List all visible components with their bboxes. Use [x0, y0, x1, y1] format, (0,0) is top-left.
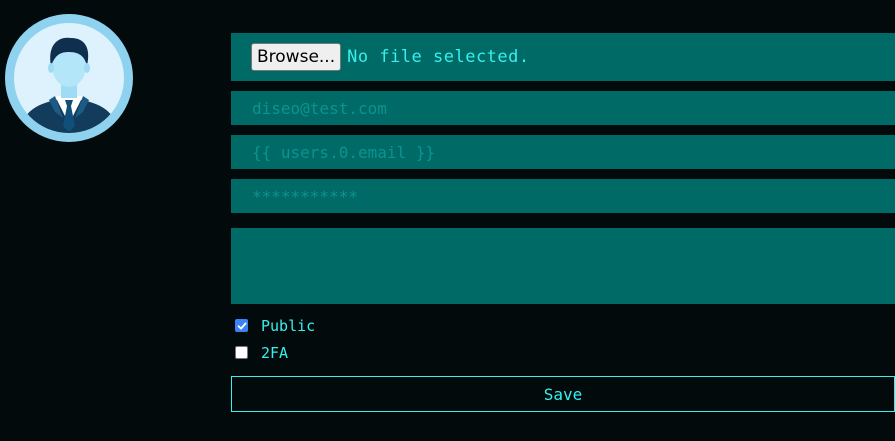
email-template-field[interactable]: [231, 135, 895, 169]
public-checkbox[interactable]: [235, 319, 248, 332]
password-field[interactable]: [231, 179, 895, 213]
twofa-checkbox[interactable]: [235, 346, 248, 359]
browse-button[interactable]: Browse...: [251, 43, 342, 71]
file-status-text: No file selected.: [347, 47, 530, 67]
public-label: Public: [261, 316, 316, 335]
profile-form: Browse... No file selected. Public 2FA S…: [231, 33, 895, 412]
user-avatar-icon: [5, 14, 133, 142]
public-option[interactable]: Public: [231, 312, 895, 339]
avatar-file-upload: Browse... No file selected.: [231, 33, 895, 81]
user-avatar[interactable]: [5, 14, 133, 142]
twofa-option[interactable]: 2FA: [231, 339, 895, 366]
twofa-label: 2FA: [261, 343, 289, 362]
checkmark-icon: [237, 322, 246, 329]
email-field[interactable]: [231, 91, 895, 125]
bio-textarea[interactable]: [231, 228, 895, 304]
save-button[interactable]: Save: [231, 376, 895, 412]
